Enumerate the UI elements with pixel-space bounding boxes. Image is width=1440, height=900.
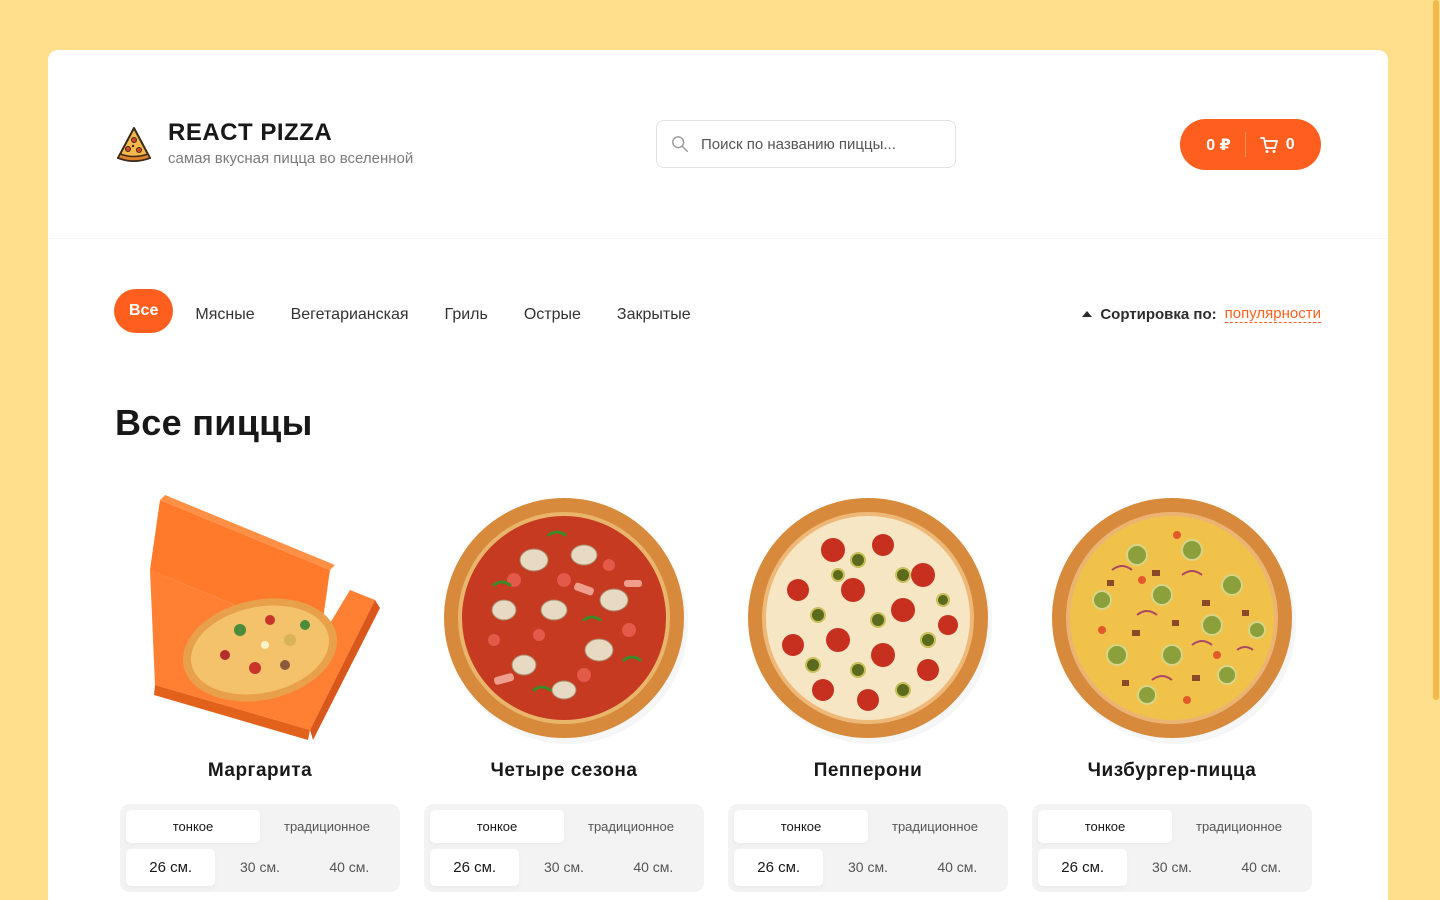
pizza-title: Четыре сезона bbox=[490, 760, 638, 781]
size-30[interactable]: 30 см. bbox=[215, 849, 304, 886]
filters-row: Все Мясные Вегетарианская Гриль Острые З… bbox=[48, 239, 1388, 389]
pizza-list: Маргарита тонкое традиционное 26 см. 30 … bbox=[120, 490, 1336, 892]
dough-traditional[interactable]: традиционное bbox=[868, 810, 1002, 843]
sort: Сортировка по: популярности bbox=[1082, 305, 1321, 323]
category-grill[interactable]: Гриль bbox=[427, 293, 506, 337]
pizza-selector: тонкое традиционное 26 см. 30 см. 40 см. bbox=[424, 804, 704, 892]
category-spicy[interactable]: Острые bbox=[506, 293, 599, 337]
sort-arrow-icon bbox=[1082, 311, 1093, 317]
size-40[interactable]: 40 см. bbox=[609, 849, 698, 886]
sort-value[interactable]: популярности bbox=[1224, 305, 1321, 323]
pizza-selector: тонкое традиционное 26 см. 30 см. 40 см. bbox=[1032, 804, 1312, 892]
content-title: Все пиццы bbox=[115, 402, 313, 443]
size-40[interactable]: 40 см. bbox=[913, 849, 1002, 886]
size-30[interactable]: 30 см. bbox=[1127, 849, 1216, 886]
cart-icon bbox=[1259, 136, 1278, 153]
cart-count-wrap: 0 bbox=[1259, 135, 1295, 154]
pizza-image[interactable] bbox=[434, 490, 694, 750]
size-30[interactable]: 30 см. bbox=[519, 849, 608, 886]
sort-label: Сортировка по: bbox=[1100, 305, 1217, 323]
size-26[interactable]: 26 см. bbox=[1038, 849, 1128, 886]
pizza-image[interactable] bbox=[1042, 490, 1302, 750]
header: REACT PIZZA самая вкусная пицца во вселе… bbox=[48, 50, 1388, 239]
pizza-title: Чизбургер-пицца bbox=[1087, 760, 1257, 781]
dough-traditional[interactable]: традиционное bbox=[260, 810, 394, 843]
category-meat[interactable]: Мясные bbox=[177, 293, 272, 337]
logo-subtitle: самая вкусная пицца во вселенной bbox=[168, 150, 414, 167]
pizza-card: Пепперони тонкое традиционное 26 см. 30 … bbox=[728, 490, 1008, 892]
page-wrapper: REACT PIZZA самая вкусная пицца во вселе… bbox=[48, 50, 1388, 900]
search-icon bbox=[672, 136, 688, 152]
dough-thin[interactable]: тонкое bbox=[126, 810, 260, 843]
pizza-selector: тонкое традиционное 26 см. 30 см. 40 см. bbox=[120, 804, 400, 892]
category-closed[interactable]: Закрытые bbox=[599, 293, 709, 337]
dough-traditional[interactable]: традиционное bbox=[564, 810, 698, 843]
pizza-card: Маргарита тонкое традиционное 26 см. 30 … bbox=[120, 490, 400, 892]
search-box[interactable] bbox=[656, 120, 956, 168]
dough-thin[interactable]: тонкое bbox=[1038, 810, 1172, 843]
pizza-image[interactable] bbox=[130, 490, 390, 750]
dough-types: тонкое традиционное bbox=[126, 810, 394, 843]
size-26[interactable]: 26 см. bbox=[430, 849, 520, 886]
size-30[interactable]: 30 см. bbox=[823, 849, 912, 886]
pizza-card: Четыре сезона тонкое традиционное 26 см.… bbox=[424, 490, 704, 892]
pizza-logo-icon bbox=[116, 126, 152, 162]
sizes: 26 см. 30 см. 40 см. bbox=[430, 849, 698, 886]
dough-types: тонкое традиционное bbox=[734, 810, 1002, 843]
logo[interactable]: REACT PIZZA самая вкусная пицца во вселе… bbox=[114, 120, 413, 167]
pizza-image[interactable] bbox=[738, 490, 998, 750]
size-26[interactable]: 26 см. bbox=[734, 849, 824, 886]
cart-total: 0 ₽ bbox=[1206, 136, 1231, 154]
category-vegetarian[interactable]: Вегетарианская bbox=[273, 293, 427, 337]
categories: Все Мясные Вегетарианская Гриль Острые З… bbox=[114, 289, 709, 337]
category-all[interactable]: Все bbox=[114, 289, 174, 333]
dough-thin[interactable]: тонкое bbox=[430, 810, 564, 843]
scrollbar-thumb[interactable] bbox=[1433, 0, 1439, 700]
search-input[interactable] bbox=[701, 135, 941, 153]
pizza-card: Чизбургер-пицца тонкое традиционное 26 с… bbox=[1032, 490, 1312, 892]
dough-traditional[interactable]: традиционное bbox=[1172, 810, 1306, 843]
sizes: 26 см. 30 см. 40 см. bbox=[734, 849, 1002, 886]
size-40[interactable]: 40 см. bbox=[1217, 849, 1306, 886]
cart-button[interactable]: 0 ₽ 0 bbox=[1180, 119, 1321, 170]
dough-types: тонкое традиционное bbox=[1038, 810, 1306, 843]
size-26[interactable]: 26 см. bbox=[126, 849, 216, 886]
logo-title: REACT PIZZA bbox=[168, 119, 333, 146]
cart-count: 0 bbox=[1285, 135, 1295, 153]
scrollbar[interactable] bbox=[1432, 0, 1440, 900]
size-40[interactable]: 40 см. bbox=[305, 849, 394, 886]
dough-types: тонкое традиционное bbox=[430, 810, 698, 843]
pizza-title: Маргарита bbox=[207, 760, 313, 781]
sizes: 26 см. 30 см. 40 см. bbox=[126, 849, 394, 886]
cart-divider bbox=[1244, 132, 1246, 157]
pizza-selector: тонкое традиционное 26 см. 30 см. 40 см. bbox=[728, 804, 1008, 892]
pizza-title: Пепперони bbox=[813, 760, 923, 781]
dough-thin[interactable]: тонкое bbox=[734, 810, 868, 843]
sizes: 26 см. 30 см. 40 см. bbox=[1038, 849, 1306, 886]
